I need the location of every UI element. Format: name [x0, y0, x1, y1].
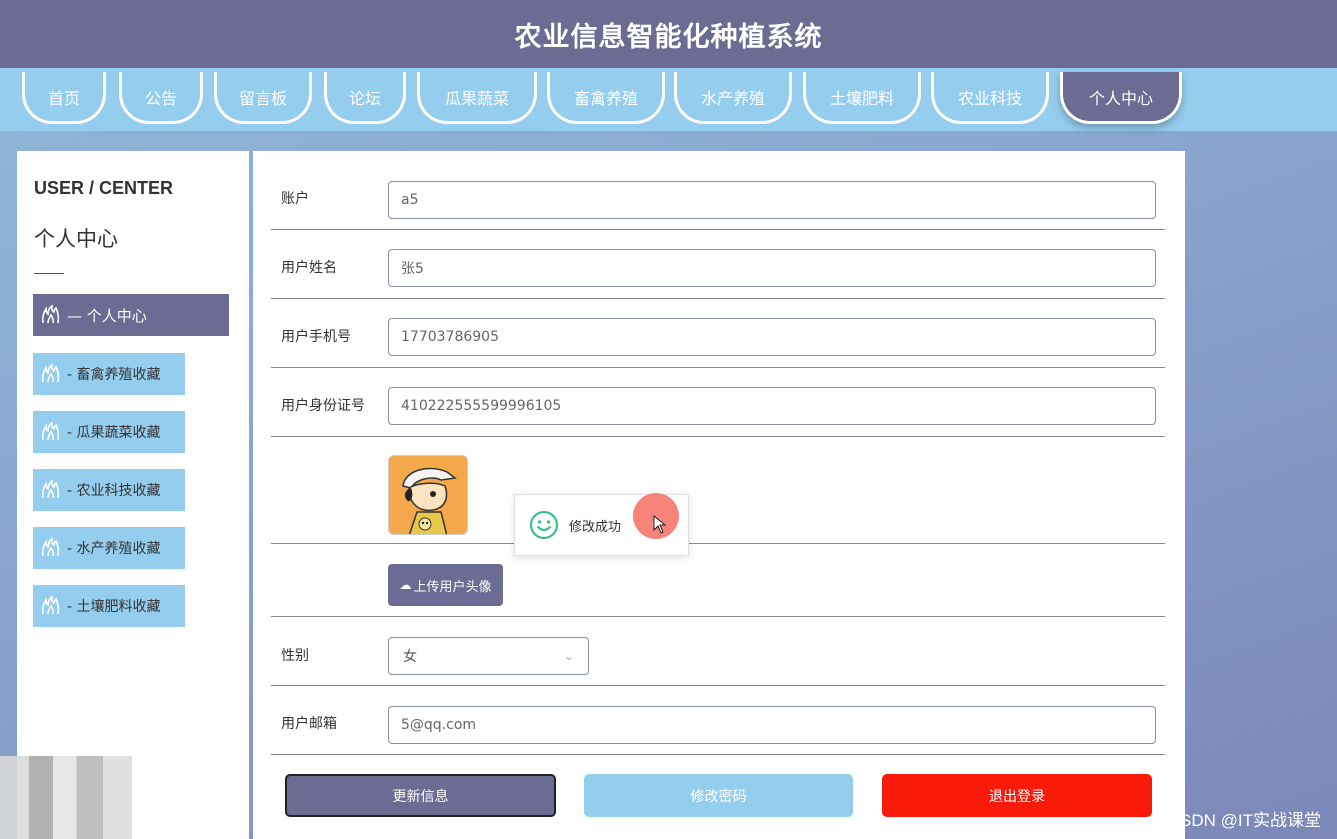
sidebar-item-aquaculture-fav[interactable]: - 水产养殖收藏 — [33, 527, 185, 569]
smile-icon — [529, 510, 559, 540]
flame-icon — [39, 362, 63, 386]
id-card-label: 用户身份证号 — [281, 398, 365, 414]
cloud-upload-icon: ☁ — [399, 578, 412, 592]
watermark: CSDN @IT实战课堂 — [1167, 811, 1321, 830]
upload-avatar-button[interactable]: ☁ 上传用户头像 — [388, 564, 503, 606]
nav-forum[interactable]: 论坛 — [324, 72, 406, 124]
nav-user-center[interactable]: 个人中心 — [1060, 72, 1182, 124]
sidebar-item-user-center[interactable]: — 个人中心 — [33, 294, 229, 336]
toast-message: 修改成功 — [569, 519, 622, 535]
update-info-button[interactable]: 更新信息 — [285, 774, 556, 817]
sidebar-title-cn: 个人中心 — [34, 227, 118, 251]
email-field[interactable] — [388, 706, 1156, 744]
flame-icon — [39, 536, 63, 560]
sidebar-item-fruits-fav[interactable]: - 瓜果蔬菜收藏 — [33, 411, 185, 453]
profile-form: 账户 用户姓名 用户手机号 用户身份证号 ☁ 上传用户头像 性别 女 ⌄ — [253, 151, 1185, 839]
row-divider — [271, 754, 1165, 755]
account-label: 账户 — [281, 191, 309, 207]
sidebar-item-label: - 瓜果蔬菜收藏 — [67, 425, 161, 441]
gender-label: 性别 — [281, 648, 309, 664]
account-field[interactable] — [388, 181, 1156, 219]
nav-notice[interactable]: 公告 — [119, 72, 203, 124]
sidebar-item-label: - 水产养殖收藏 — [67, 541, 161, 557]
gender-select[interactable]: 女 ⌄ — [388, 637, 589, 675]
nav-home[interactable]: 首页 — [22, 72, 106, 124]
app-title: 农业信息智能化种植系统 — [514, 21, 823, 53]
sidebar-item-agritech-fav[interactable]: - 农业科技收藏 — [33, 469, 185, 511]
sidebar-item-label: - 农业科技收藏 — [67, 483, 161, 499]
mouse-cursor-icon — [653, 515, 667, 534]
row-divider — [271, 229, 1165, 230]
main-nav: 首页 公告 留言板 论坛 瓜果蔬菜 畜禽养殖 水产养殖 土壤肥料 农业科技 个人… — [0, 68, 1337, 131]
name-field[interactable] — [388, 249, 1156, 287]
flame-icon — [39, 420, 63, 444]
logout-button[interactable]: 退出登录 — [882, 774, 1152, 817]
row-divider — [271, 543, 1165, 544]
phone-label: 用户手机号 — [281, 329, 351, 345]
row-divider — [271, 367, 1165, 368]
name-label: 用户姓名 — [281, 260, 337, 276]
change-password-button[interactable]: 修改密码 — [584, 774, 853, 817]
nav-agri-tech[interactable]: 农业科技 — [931, 72, 1049, 124]
sidebar-item-label: - 畜禽养殖收藏 — [67, 367, 161, 383]
nav-soil-fertilizer[interactable]: 土壤肥料 — [803, 72, 921, 124]
row-divider — [271, 685, 1165, 686]
sidebar-item-soil-fav[interactable]: - 土壤肥料收藏 — [33, 585, 185, 627]
nav-aquaculture[interactable]: 水产养殖 — [674, 72, 792, 124]
sidebar-divider — [34, 273, 64, 274]
nav-message-board[interactable]: 留言板 — [214, 72, 312, 124]
flame-icon — [39, 303, 63, 327]
chevron-down-icon: ⌄ — [563, 649, 574, 663]
flame-icon — [39, 478, 63, 502]
sidebar: USER / CENTER 个人中心 — 个人中心 - 畜禽养殖收藏 - 瓜果蔬… — [17, 151, 249, 839]
flame-icon — [39, 594, 63, 618]
row-divider — [271, 616, 1165, 617]
gender-select-value: 女 — [403, 649, 417, 665]
nav-livestock[interactable]: 畜禽养殖 — [547, 72, 665, 124]
blurred-region — [0, 756, 132, 839]
sidebar-item-label: - 土壤肥料收藏 — [67, 599, 161, 615]
row-divider — [271, 436, 1165, 437]
id-card-field[interactable] — [388, 387, 1156, 425]
nav-fruits-vegetables[interactable]: 瓜果蔬菜 — [417, 72, 537, 124]
phone-field[interactable] — [388, 318, 1156, 356]
sidebar-item-label: — 个人中心 — [67, 306, 147, 325]
user-avatar[interactable] — [388, 455, 468, 535]
upload-avatar-label: 上传用户头像 — [413, 579, 492, 595]
app-header: 农业信息智能化种植系统 — [0, 0, 1337, 68]
row-divider — [271, 298, 1165, 299]
sidebar-title-en: USER / CENTER — [34, 178, 174, 198]
sidebar-item-livestock-fav[interactable]: - 畜禽养殖收藏 — [33, 353, 185, 395]
email-label: 用户邮箱 — [281, 716, 337, 732]
